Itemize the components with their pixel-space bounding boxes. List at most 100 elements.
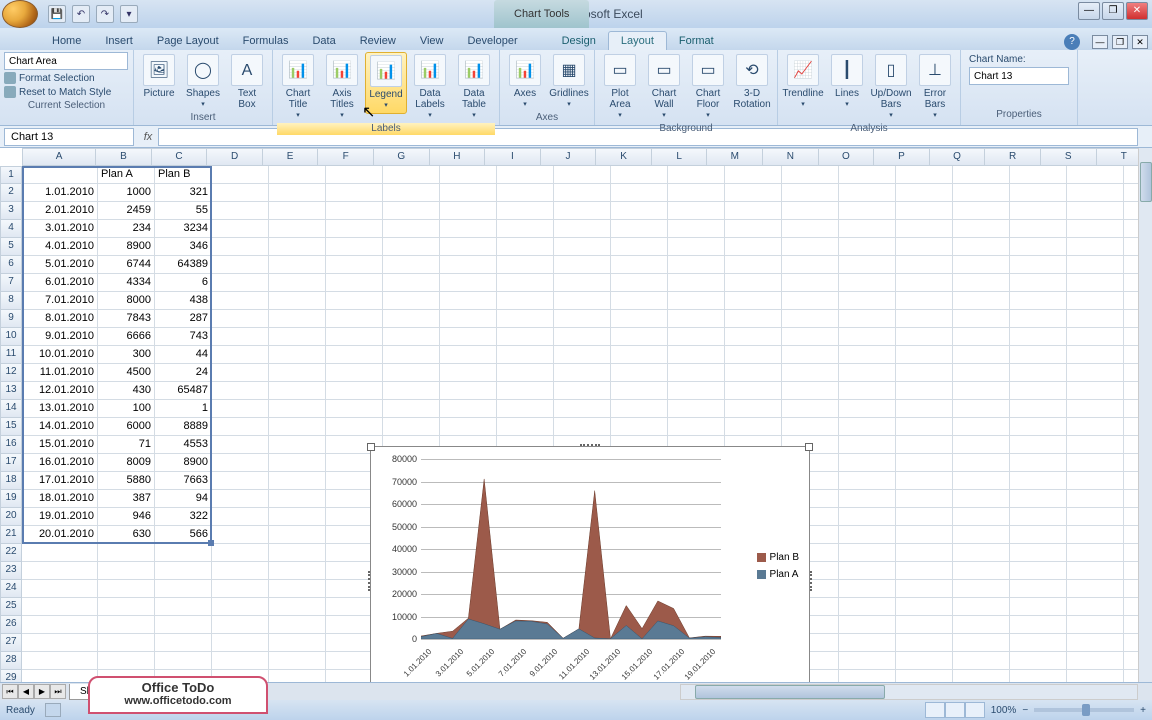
macro-record-icon[interactable]: [45, 703, 61, 717]
cell-O10[interactable]: [839, 328, 896, 346]
cell-E23[interactable]: [269, 562, 326, 580]
cell-F14[interactable]: [326, 400, 383, 418]
cell-P23[interactable]: [896, 562, 953, 580]
embedded-chart[interactable]: 0100002000030000400005000060000700008000…: [370, 446, 810, 716]
cell-Q14[interactable]: [953, 400, 1010, 418]
cell-H9[interactable]: [440, 310, 497, 328]
cell-O21[interactable]: [839, 526, 896, 544]
tab-format[interactable]: Format: [667, 32, 726, 50]
col-header-G[interactable]: G: [374, 148, 430, 166]
cell-B8[interactable]: 8000: [98, 292, 155, 310]
col-header-N[interactable]: N: [763, 148, 819, 166]
tab-view[interactable]: View: [408, 32, 456, 50]
col-header-J[interactable]: J: [541, 148, 597, 166]
cell-R19[interactable]: [1010, 490, 1067, 508]
cell-A6[interactable]: 5.01.2010: [22, 256, 98, 274]
cell-H1[interactable]: [440, 166, 497, 184]
cell-O4[interactable]: [839, 220, 896, 238]
cell-C20[interactable]: 322: [155, 508, 212, 526]
cell-Q15[interactable]: [953, 418, 1010, 436]
cell-P19[interactable]: [896, 490, 953, 508]
data-labels-button[interactable]: 📊Data Labels▾: [409, 52, 451, 123]
col-header-E[interactable]: E: [263, 148, 319, 166]
cell-F6[interactable]: [326, 256, 383, 274]
cell-C27[interactable]: [155, 634, 212, 652]
cell-F13[interactable]: [326, 382, 383, 400]
cell-C14[interactable]: 1: [155, 400, 212, 418]
cell-H2[interactable]: [440, 184, 497, 202]
cell-F9[interactable]: [326, 310, 383, 328]
cell-R8[interactable]: [1010, 292, 1067, 310]
cell-O25[interactable]: [839, 598, 896, 616]
cell-B5[interactable]: 8900: [98, 238, 155, 256]
row-header-22[interactable]: 22: [0, 544, 22, 562]
selection-handle[interactable]: [208, 540, 214, 546]
cell-B27[interactable]: [98, 634, 155, 652]
cell-A3[interactable]: 2.01.2010: [22, 202, 98, 220]
cell-D18[interactable]: [212, 472, 269, 490]
cell-F12[interactable]: [326, 364, 383, 382]
cell-E11[interactable]: [269, 346, 326, 364]
col-header-A[interactable]: A: [22, 148, 96, 166]
cell-F2[interactable]: [326, 184, 383, 202]
cell-R21[interactable]: [1010, 526, 1067, 544]
cell-P2[interactable]: [896, 184, 953, 202]
cell-P13[interactable]: [896, 382, 953, 400]
cell-E21[interactable]: [269, 526, 326, 544]
cell-B4[interactable]: 234: [98, 220, 155, 238]
cell-B21[interactable]: 630: [98, 526, 155, 544]
cell-A21[interactable]: 20.01.2010: [22, 526, 98, 544]
zoom-out-button[interactable]: −: [1022, 705, 1028, 716]
cell-L4[interactable]: [668, 220, 725, 238]
cell-G6[interactable]: [383, 256, 440, 274]
cell-A27[interactable]: [22, 634, 98, 652]
tab-formulas[interactable]: Formulas: [231, 32, 301, 50]
cell-H11[interactable]: [440, 346, 497, 364]
cell-Q27[interactable]: [953, 634, 1010, 652]
cell-J14[interactable]: [554, 400, 611, 418]
cell-P25[interactable]: [896, 598, 953, 616]
cell-K1[interactable]: [611, 166, 668, 184]
cell-N3[interactable]: [782, 202, 839, 220]
cell-S10[interactable]: [1067, 328, 1124, 346]
cell-J7[interactable]: [554, 274, 611, 292]
row-header-5[interactable]: 5: [0, 238, 22, 256]
tab-review[interactable]: Review: [348, 32, 408, 50]
cell-L6[interactable]: [668, 256, 725, 274]
cell-R20[interactable]: [1010, 508, 1067, 526]
cell-D16[interactable]: [212, 436, 269, 454]
cell-L3[interactable]: [668, 202, 725, 220]
undo-icon[interactable]: ↶: [72, 5, 90, 23]
cell-R3[interactable]: [1010, 202, 1067, 220]
chart-handle-ml[interactable]: [368, 571, 372, 591]
doc-restore-button[interactable]: ❐: [1112, 35, 1128, 49]
cell-G14[interactable]: [383, 400, 440, 418]
cell-E3[interactable]: [269, 202, 326, 220]
row-header-24[interactable]: 24: [0, 580, 22, 598]
cell-S7[interactable]: [1067, 274, 1124, 292]
lines-button[interactable]: ┃Lines▾: [826, 52, 868, 112]
tab-layout[interactable]: Layout: [608, 31, 667, 50]
cell-R10[interactable]: [1010, 328, 1067, 346]
cell-F1[interactable]: [326, 166, 383, 184]
cell-O15[interactable]: [839, 418, 896, 436]
row-header-10[interactable]: 10: [0, 328, 22, 346]
cell-P4[interactable]: [896, 220, 953, 238]
cell-P24[interactable]: [896, 580, 953, 598]
cell-B18[interactable]: 5880: [98, 472, 155, 490]
cell-K5[interactable]: [611, 238, 668, 256]
cell-K14[interactable]: [611, 400, 668, 418]
cell-O13[interactable]: [839, 382, 896, 400]
cell-N13[interactable]: [782, 382, 839, 400]
row-header-28[interactable]: 28: [0, 652, 22, 670]
cell-E24[interactable]: [269, 580, 326, 598]
cell-B14[interactable]: 100: [98, 400, 155, 418]
cell-P28[interactable]: [896, 652, 953, 670]
cell-M5[interactable]: [725, 238, 782, 256]
cell-A26[interactable]: [22, 616, 98, 634]
cell-R15[interactable]: [1010, 418, 1067, 436]
cell-O28[interactable]: [839, 652, 896, 670]
maximize-button[interactable]: ❐: [1102, 2, 1124, 20]
view-normal-button[interactable]: [925, 702, 945, 718]
cell-R5[interactable]: [1010, 238, 1067, 256]
